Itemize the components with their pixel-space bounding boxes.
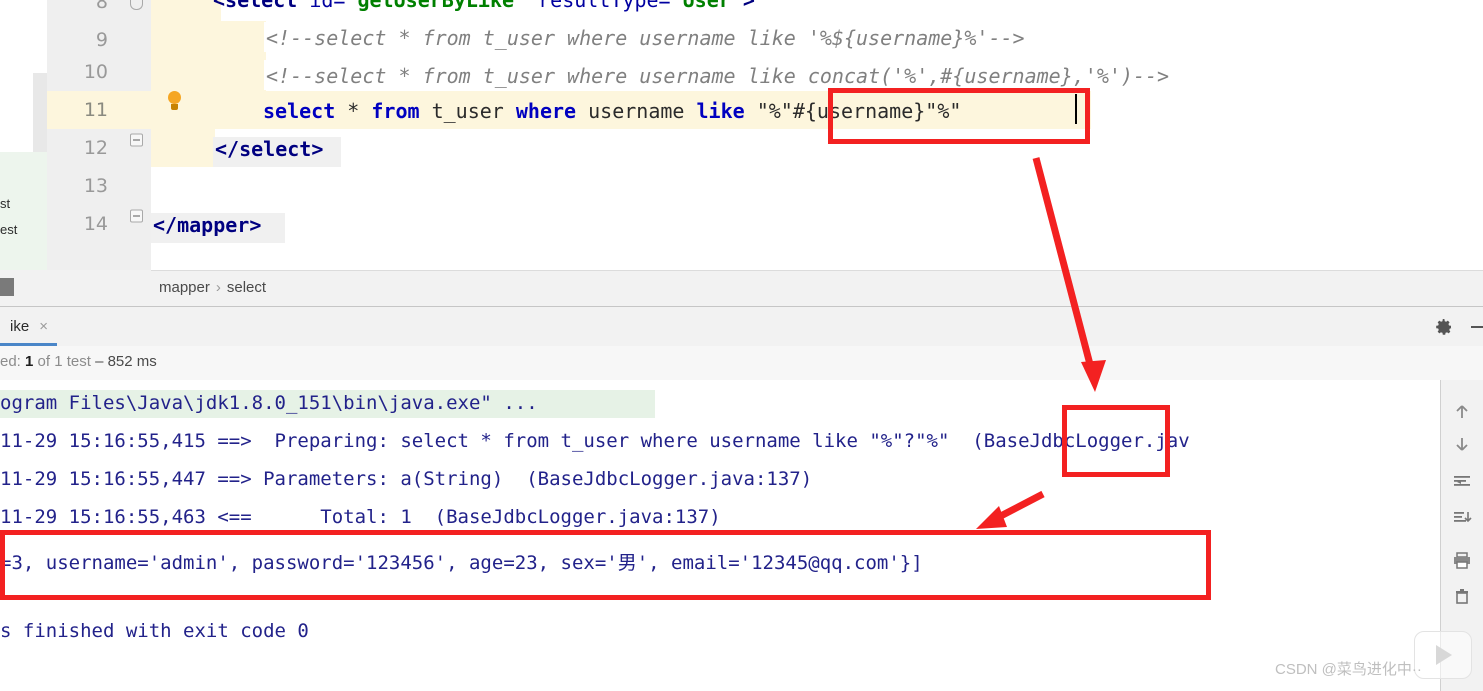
line11-column: username: [576, 99, 697, 123]
line11-kw-where: where: [515, 99, 577, 123]
status-prefix: ed:: [0, 353, 26, 370]
minimize-icon[interactable]: [1468, 317, 1483, 337]
watermark-play-icon: [1414, 631, 1472, 679]
scroll-to-end-icon[interactable]: [1452, 508, 1472, 528]
test-status-row: ed: 1 of 1 test – 852 ms: [0, 346, 1483, 381]
intention-lightbulb-icon[interactable]: [165, 91, 185, 115]
highlight-band-line9: [151, 21, 266, 59]
watermark-text: CSDN @菜鸟进化中··: [1275, 661, 1422, 678]
fold-marker-mapper-icon[interactable]: [130, 209, 143, 223]
line8-attr2-name: resultType=: [526, 0, 671, 12]
code-text-area[interactable]: <select id="getUserByLike" resultType="U…: [151, 0, 1483, 270]
breadcrumb-chip: [0, 278, 14, 296]
console-output[interactable]: ogram Files\Java\jdk1.8.0_151\bin\java.e…: [0, 380, 1440, 691]
breadcrumb-bar: mapper › select: [151, 270, 1483, 307]
code-line-9: <!--select * from t_user where username …: [266, 26, 1025, 50]
breadcrumb-separator: ›: [215, 279, 221, 296]
print-icon[interactable]: [1452, 550, 1472, 570]
console-line-parameters: 11-29 15:16:55,447 ==> Parameters: a(Str…: [0, 468, 813, 490]
line8-attr1-value: "getUserByLike": [345, 0, 527, 12]
line-number-10: 10: [83, 61, 108, 83]
line11-kw-like: like: [696, 99, 745, 123]
line8-attr2-value: "User": [670, 0, 743, 12]
breadcrumb[interactable]: mapper › select: [159, 279, 266, 296]
line-number-11: 11: [47, 91, 151, 129]
fold-marker-select-icon[interactable]: [130, 133, 143, 147]
line-number-gutter[interactable]: 8 9 10 11 12 13 14: [47, 0, 152, 270]
left-side-panel[interactable]: st est: [0, 152, 48, 270]
arrow-down-icon[interactable]: [1452, 434, 1472, 454]
run-tool-window: ike × ed: 1 of 1 test – 852 ms ogram Fil…: [0, 306, 1483, 691]
code-line-11: select * from t_user where username like…: [263, 92, 961, 130]
trash-icon[interactable]: [1452, 586, 1472, 606]
tab-test-like[interactable]: ike ×: [0, 307, 58, 346]
left-panel-fragment-2: est: [0, 222, 18, 237]
tab-label: ike: [10, 318, 30, 335]
highlight-band-line8: [151, 0, 221, 21]
line11-expression: "%"#{username}"%": [744, 99, 962, 123]
highlight-band-line12: [151, 129, 215, 167]
line8-attr1-name: id=: [309, 0, 346, 12]
code-line-14: </mapper>: [153, 213, 262, 237]
line8-close: >: [742, 0, 755, 12]
soft-wrap-icon[interactable]: [1452, 472, 1472, 492]
console-line-total: 11-29 15:16:55,463 <== Total: 1 (BaseJdb…: [0, 506, 721, 528]
console-line-preparing: 11-29 15:16:55,415 ==> Preparing: select…: [0, 430, 1190, 452]
test-status-text: ed: 1 of 1 test – 852 ms: [0, 353, 157, 370]
status-duration: 852 ms: [103, 353, 157, 370]
console-line-command: ogram Files\Java\jdk1.8.0_151\bin\java.e…: [0, 392, 538, 414]
gear-icon[interactable]: [1434, 317, 1454, 337]
ide-screenshot: st est 8 9 10 11 12 13 14 <select id="ge…: [0, 0, 1483, 691]
close-icon[interactable]: ×: [39, 318, 48, 335]
line11-star: *: [335, 99, 372, 123]
text-caret: [1075, 94, 1077, 124]
code-line-10: <!--select * from t_user where username …: [266, 64, 1170, 88]
console-line-exit: s finished with exit code 0: [0, 620, 309, 642]
console-line-result-row: =3, username='admin', password='123456',…: [0, 552, 923, 574]
line-number-13: 13: [83, 175, 108, 197]
breadcrumb-left-pad: [0, 270, 151, 306]
code-editor[interactable]: st est 8 9 10 11 12 13 14 <select id="ge…: [0, 0, 1483, 270]
status-middle: of 1 test: [33, 353, 96, 370]
line11-kw-select: select: [263, 99, 336, 123]
run-tab-bar: ike ×: [0, 307, 1483, 347]
line11-kw-from: from: [371, 99, 420, 123]
line8-open: <select: [213, 0, 310, 12]
breadcrumb-item-select[interactable]: select: [227, 279, 266, 296]
left-panel-fragment-1: st: [0, 196, 11, 211]
code-line-8: <select id="getUserByLike" resultType="U…: [213, 0, 755, 19]
left-white-strip: [0, 0, 33, 152]
line11-table: t_user: [419, 99, 516, 123]
code-line-12: </select>: [215, 137, 324, 161]
arrow-up-icon[interactable]: [1452, 402, 1472, 422]
breadcrumb-item-mapper[interactable]: mapper: [159, 279, 210, 296]
